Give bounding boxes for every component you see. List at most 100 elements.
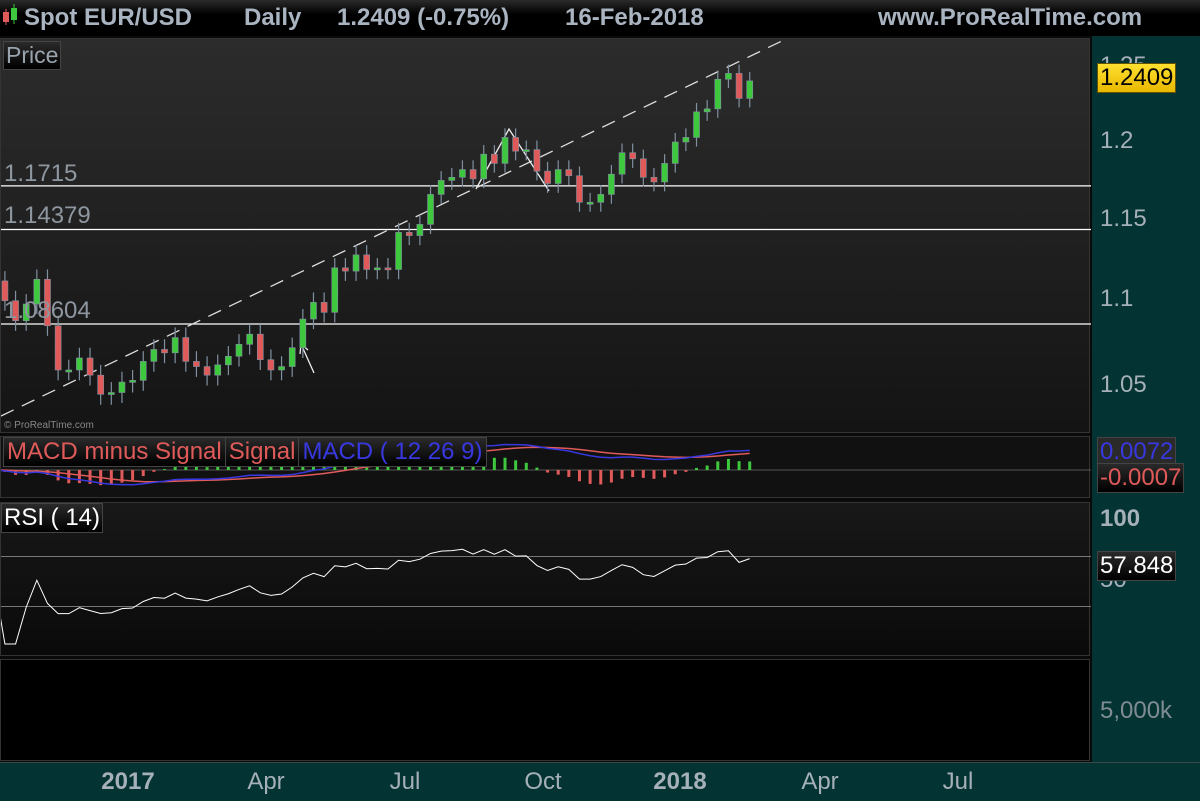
price-panel[interactable]: Price 1.1715 1.14379 1.08604 © ProRealTi… — [0, 38, 1091, 433]
candle-body — [416, 224, 424, 236]
candle-body — [97, 374, 104, 395]
candle-body — [522, 149, 530, 152]
volume-tick: 5,000k — [1100, 697, 1173, 724]
candle-body — [331, 267, 339, 313]
candle-body — [278, 366, 285, 371]
rsi-label: RSI ( 14) — [1, 503, 104, 533]
macd-diff-badge: -0.0007 — [1097, 463, 1185, 493]
date: 16-Feb-2018 — [565, 4, 704, 31]
candle-body — [533, 149, 541, 172]
x-tick-2018: 2018 — [653, 768, 707, 795]
y-tick-1.05: 1.05 — [1100, 371, 1147, 398]
candle-body — [469, 169, 477, 180]
candle-body — [65, 369, 73, 373]
candle-body — [586, 201, 594, 205]
candle-body — [225, 355, 232, 366]
x-tick-apr-2018: Apr — [801, 768, 839, 795]
arrow-annotation — [299, 343, 315, 374]
level-label-2: 1.14379 — [4, 202, 91, 229]
candle-body — [682, 137, 690, 143]
timeframe: Daily — [244, 4, 302, 31]
x-tick-2017: 2017 — [101, 768, 155, 795]
rsi-tick-100: 100 — [1100, 505, 1141, 532]
candlestick-logo-icon — [3, 4, 17, 25]
y-tick-1.15: 1.15 — [1100, 205, 1147, 232]
candle-body — [214, 364, 222, 376]
y-tick-1.1: 1.1 — [1100, 285, 1134, 312]
candle-body — [671, 141, 679, 164]
candle-body — [54, 325, 62, 371]
candle-body — [714, 78, 722, 110]
candle-body — [661, 163, 668, 183]
x-tick-jul-2018: Jul — [942, 768, 974, 795]
chart-header: Spot EUR/USD Daily 1.2409 (-0.75%) 16-Fe… — [0, 0, 1200, 36]
candle-body — [76, 357, 83, 371]
candle-body — [86, 357, 94, 376]
candle-body — [554, 169, 562, 184]
price-label: Price — [3, 41, 62, 70]
candle-body — [448, 176, 456, 181]
candle-body — [480, 153, 488, 180]
candle-body — [597, 194, 605, 203]
candle-body — [640, 158, 647, 178]
candle-body — [108, 392, 115, 395]
candle-body — [501, 137, 509, 164]
x-tick-oct-2017: Oct — [524, 768, 562, 795]
candle-body — [395, 232, 402, 270]
candle-body — [576, 175, 583, 203]
rsi-panel[interactable]: RSI ( 14) — [0, 502, 1091, 656]
x-tick-apr-2017: Apr — [247, 768, 285, 795]
rsi-value-badge: 57.848 — [1097, 551, 1177, 581]
macd-legend-diff: MACD minus Signal — [4, 438, 226, 466]
candle-body — [650, 176, 658, 183]
candle-body — [491, 153, 498, 164]
candle-body — [618, 152, 626, 175]
candle-body — [203, 366, 211, 376]
site-link[interactable]: www.ProRealTime.com — [878, 4, 1142, 32]
price-chart — [1, 39, 1091, 417]
level-label-1: 1.1715 — [4, 160, 78, 187]
candle-body — [374, 267, 381, 271]
candle-body — [320, 302, 328, 313]
level-label-3: 1.08604 — [4, 297, 91, 324]
candle-body — [437, 180, 445, 195]
candle-body — [182, 337, 190, 362]
rsi-line — [1, 548, 750, 645]
candle-body — [342, 267, 349, 272]
candle-body — [608, 173, 615, 195]
candle-body — [129, 380, 136, 383]
candle-body — [384, 267, 392, 271]
y-tick-1.2: 1.2 — [1100, 127, 1134, 154]
copyright: © ProRealTime.com — [4, 420, 94, 431]
macd-panel[interactable]: MACD minus Signal Signal MACD ( 12 26 9) — [0, 436, 1091, 498]
candle-body — [288, 347, 296, 367]
candle-body — [193, 361, 200, 367]
macd-legend-signal: Signal — [226, 438, 300, 466]
last-price-change: 1.2409 (-0.75%) — [337, 4, 510, 31]
candle-body — [693, 111, 700, 138]
last-price-badge: 1.2409 — [1097, 63, 1177, 93]
candle-body — [459, 169, 466, 178]
candle-body — [544, 170, 551, 184]
instrument-title: Spot EUR/USD — [24, 4, 192, 31]
rsi-chart — [1, 548, 1091, 645]
candle-body — [139, 361, 147, 381]
time-axis[interactable] — [0, 762, 1200, 801]
candle-body — [735, 73, 743, 99]
candle-body — [118, 381, 126, 393]
candle-body — [235, 344, 243, 357]
candle-body — [256, 333, 264, 360]
x-tick-jul-2017: Jul — [389, 768, 421, 795]
candle-body — [629, 152, 636, 160]
candle-body — [161, 349, 168, 354]
candle-body — [310, 302, 317, 320]
candle-body — [352, 254, 360, 272]
candle-body — [171, 337, 179, 354]
candle-body — [405, 232, 413, 236]
candle-body — [565, 169, 573, 177]
candle-body — [363, 254, 370, 270]
candle-body — [703, 108, 711, 113]
candle-body — [299, 318, 307, 349]
candle-body — [427, 194, 434, 225]
volume-panel[interactable] — [0, 659, 1090, 761]
